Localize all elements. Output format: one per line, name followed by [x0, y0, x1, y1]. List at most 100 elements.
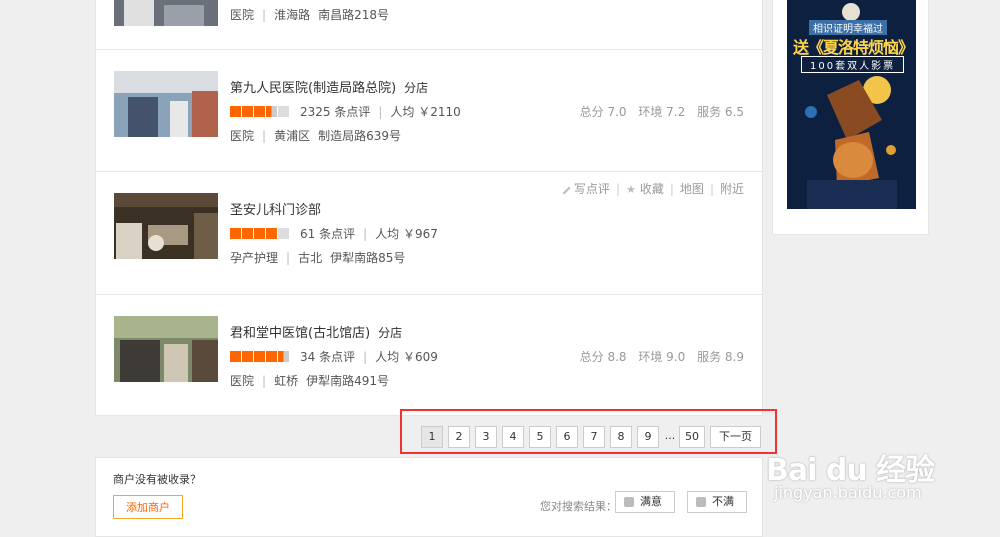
sidebar-ad[interactable]: 相识证明幸福过 送《夏洛特烦恼》 100套双人影票 — [772, 0, 929, 235]
watermark-url: jingyan.baidu.com — [774, 483, 922, 502]
next-page-button[interactable]: 下一页 — [710, 426, 761, 448]
page-8-button[interactable]: 8 — [610, 426, 632, 448]
overall-score: 总分 7.0 — [579, 105, 627, 119]
location-row: 医院 | 虹桥 伊犁南路491号 — [230, 372, 389, 389]
shop-name[interactable]: 君和堂中医馆(古北馆店) 分店 — [230, 322, 402, 341]
ad-title: 送《夏洛特烦恼》 — [793, 38, 914, 57]
list-item[interactable]: 君和堂中医馆(古北馆店) 分店 34 条点评 | 人均 ￥609 医院 | 虹桥 … — [96, 294, 762, 416]
shop-name[interactable]: 圣安儿科门诊部 — [230, 199, 321, 218]
star-icon — [242, 228, 253, 239]
rating-row: 2325 条点评 | 人均 ￥2110 — [230, 103, 461, 120]
star-icon — [242, 106, 253, 117]
shop-name[interactable]: 第九人民医院(制造局路总院) 分店 — [230, 77, 428, 96]
category[interactable]: 医院 — [230, 127, 254, 144]
star-icon — [230, 106, 241, 117]
thumbs-down-icon — [696, 497, 706, 507]
environment-score: 环境 7.2 — [638, 105, 686, 119]
shop-thumbnail[interactable] — [114, 193, 218, 259]
star-icon — [230, 228, 241, 239]
page-3-button[interactable]: 3 — [475, 426, 497, 448]
district[interactable]: 古北 — [298, 249, 322, 266]
shop-name-text[interactable]: 君和堂中医馆(古北馆店) — [230, 326, 370, 341]
review-count[interactable]: 2325 条点评 — [300, 103, 370, 120]
feedback-panel: 商户没有被收录？ 添加商户 您对搜索结果： 满意 不满 — [95, 457, 763, 537]
branch-tag: 分店 — [378, 326, 403, 340]
rating-row: 34 条点评 | 人均 ￥609 — [230, 348, 438, 365]
star-icon — [278, 228, 289, 239]
nearby-link[interactable]: 附近 — [720, 180, 744, 197]
page-4-button[interactable]: 4 — [502, 426, 524, 448]
environment-score: 环境 9.0 — [638, 350, 686, 364]
score-summary: 总分 8.8 环境 9.0 服务 8.9 — [572, 348, 744, 365]
star-icon — [242, 351, 253, 362]
unsatisfied-button[interactable]: 不满 — [687, 491, 747, 513]
avg-price: 人均 ￥2110 — [390, 105, 461, 119]
baidu-watermark: Bai du 经验 jingyan.baidu.com — [766, 437, 1000, 527]
movie-poster[interactable]: 相识证明幸福过 送《夏洛特烦恼》 100套双人影票 — [787, 0, 916, 209]
shop-name-text[interactable]: 第九人民医院(制造局路总院) — [230, 81, 396, 96]
location-row: 医院 | 黄浦区 制造局路639号 — [230, 127, 401, 144]
list-item[interactable]: 第九人民医院(制造局路总院) 分店 2325 条点评 | 人均 ￥2110 医院 … — [96, 49, 762, 172]
service-score: 服务 8.9 — [697, 350, 744, 364]
ad-offer: 100套双人影票 — [801, 56, 905, 73]
star-icon — [254, 351, 265, 362]
score-summary: 总分 7.0 环境 7.2 服务 6.5 — [572, 103, 744, 120]
shop-name-text[interactable]: 圣安儿科门诊部 — [230, 203, 321, 218]
hover-actions: 写点评 | ★ 收藏 | 地图 | 附近 — [560, 180, 744, 197]
page-9-button[interactable]: 9 — [637, 426, 659, 448]
avg-price: 人均 ￥967 — [375, 227, 438, 241]
overall-score: 总分 8.8 — [579, 350, 627, 364]
star-icon — [278, 106, 289, 117]
district[interactable]: 黄浦区 — [274, 127, 310, 144]
district[interactable]: 淮海路 — [274, 6, 310, 23]
page-50-button[interactable]: 50 — [679, 426, 705, 448]
favorite-link[interactable]: ★ 收藏 — [626, 180, 664, 197]
feedback-label: 您对搜索结果： — [540, 500, 617, 513]
shop-thumbnail[interactable] — [114, 0, 218, 26]
star-icon — [254, 228, 265, 239]
add-shop-button[interactable]: 添加商户 — [113, 495, 183, 519]
location-row: 医院 | 淮海路 南昌路218号 — [230, 6, 389, 23]
star-rating — [230, 228, 290, 239]
not-listed-question: 商户没有被收录？ — [113, 473, 201, 486]
results-panel: 医院 | 淮海路 南昌路218号 第九人民医院(制造局路总院) 分店 2325 条… — [95, 0, 763, 416]
branch-tag: 分店 — [404, 81, 429, 95]
category[interactable]: 医院 — [230, 6, 254, 23]
pagination-ellipsis: ... — [664, 429, 676, 442]
review-count[interactable]: 34 条点评 — [300, 348, 355, 365]
star-icon — [278, 351, 289, 362]
service-score: 服务 6.5 — [697, 105, 744, 119]
star-icon — [230, 351, 241, 362]
address: 南昌路218号 — [318, 8, 389, 22]
map-link[interactable]: 地图 — [680, 180, 704, 197]
page-1-button[interactable]: 1 — [421, 426, 443, 448]
shop-thumbnail[interactable] — [114, 71, 218, 137]
list-item[interactable]: 医院 | 淮海路 南昌路218号 — [96, 0, 762, 50]
page-7-button[interactable]: 7 — [583, 426, 605, 448]
category[interactable]: 孕产护理 — [230, 249, 278, 266]
page-5-button[interactable]: 5 — [529, 426, 551, 448]
write-review-link[interactable]: 写点评 — [560, 180, 610, 197]
avg-price: 人均 ￥609 — [375, 350, 438, 364]
district[interactable]: 虹桥 — [274, 372, 298, 389]
rating-row: 61 条点评 | 人均 ￥967 — [230, 225, 438, 242]
shop-thumbnail[interactable] — [114, 316, 218, 382]
page-6-button[interactable]: 6 — [556, 426, 578, 448]
star-icon — [266, 351, 277, 362]
star-outline-icon: ★ — [625, 183, 636, 196]
address: 伊犁南路491号 — [306, 374, 389, 388]
star-icon — [254, 106, 265, 117]
list-item[interactable]: 写点评 | ★ 收藏 | 地图 | 附近 圣安儿科门诊部 61 条点评 | 人均 … — [96, 171, 762, 295]
pencil-icon — [560, 184, 571, 195]
ad-tagline: 相识证明幸福过 — [809, 20, 887, 35]
category[interactable]: 医院 — [230, 372, 254, 389]
star-icon — [266, 106, 277, 117]
satisfied-button[interactable]: 满意 — [615, 491, 675, 513]
address: 制造局路639号 — [318, 129, 401, 143]
page-2-button[interactable]: 2 — [448, 426, 470, 448]
pagination: 1 2 3 4 5 6 7 8 9 ... 50 下一页 — [421, 426, 766, 448]
review-count[interactable]: 61 条点评 — [300, 225, 355, 242]
address: 伊犁南路85号 — [330, 251, 406, 265]
star-rating — [230, 351, 290, 362]
star-icon — [266, 228, 277, 239]
